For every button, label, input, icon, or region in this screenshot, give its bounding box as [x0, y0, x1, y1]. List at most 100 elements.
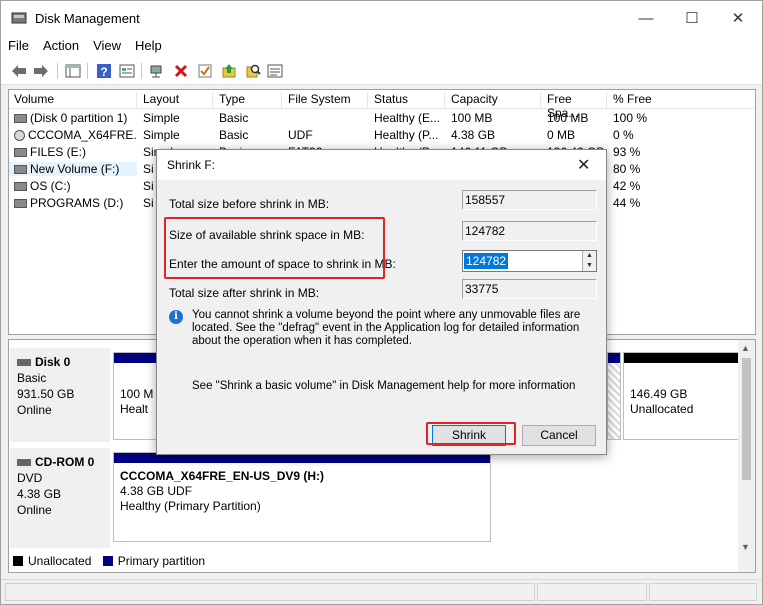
help-link-text: See "Shrink a basic volume" in Disk Mana…	[192, 380, 576, 392]
legend-swatch-unallocated	[13, 556, 23, 566]
volume-cell-pct: 93 %	[608, 145, 688, 159]
partition-hatched[interactable]	[607, 352, 621, 440]
column-header-free-space[interactable]: Free Spa...	[542, 92, 607, 120]
disk-map-scrollbar[interactable]: ▲ ▼	[738, 340, 755, 572]
check-icon[interactable]	[195, 61, 215, 81]
column-header-status[interactable]: Status	[369, 92, 445, 108]
column-header-capacity[interactable]: Capacity	[446, 92, 541, 108]
close-button[interactable]: ✕	[715, 1, 761, 35]
cell-text: 4.38 GB	[451, 128, 496, 142]
partition-status: Healthy (Primary Partition)	[120, 499, 261, 513]
volume-cell-layout: Simple	[138, 111, 213, 125]
title-bar: Disk Management — ☐ ✕	[1, 1, 762, 35]
volume-cell-type: Basic	[214, 128, 282, 142]
disk-type: Basic	[17, 371, 47, 385]
svg-text:?: ?	[100, 65, 107, 79]
delete-icon[interactable]	[171, 61, 191, 81]
volume-cell-status: Healthy (P...	[369, 128, 445, 142]
console-tree-icon[interactable]	[63, 61, 83, 81]
disk-0-label[interactable]: Disk 0 Basic 931.50 GB Online	[10, 348, 110, 442]
disk-type: DVD	[17, 471, 43, 485]
maximize-button[interactable]: ☐	[669, 1, 715, 35]
back-arrow-icon[interactable]	[9, 61, 29, 81]
partition-bar	[608, 353, 620, 363]
scroll-down-icon[interactable]: ▼	[741, 542, 750, 552]
cell-text: 0 %	[613, 128, 634, 142]
menu-file[interactable]: File	[1, 35, 36, 57]
cd-icon	[14, 130, 25, 142]
column-header-type[interactable]: Type	[214, 92, 282, 108]
disk-state: Online	[17, 403, 52, 417]
volume-row[interactable]: CCCOMA_X64FRE... Simple Basic UDF Healthy (P…	[9, 127, 755, 144]
volume-cell-volume: PROGRAMS (D:)	[9, 196, 137, 210]
volume-cell-volume: OS (C:)	[9, 179, 137, 193]
menu-help[interactable]: Help	[128, 35, 169, 57]
legend-label-primary: Primary partition	[117, 554, 206, 568]
status-bar	[1, 579, 762, 604]
legend-swatch-primary	[102, 556, 113, 566]
volume-cell-free: 100 MB	[542, 111, 607, 125]
properties-icon[interactable]	[117, 61, 137, 81]
toolbar: ?	[1, 57, 762, 85]
volume-cell-capacity: 4.38 GB	[446, 128, 541, 142]
partition-bar	[624, 353, 738, 363]
menu-action[interactable]: Action	[36, 35, 86, 57]
legend-label-unallocated: Unallocated	[28, 554, 92, 568]
shrink-amount-value[interactable]: 124782	[464, 253, 509, 269]
cell-text: Basic	[219, 111, 249, 125]
partition-cdrom[interactable]: CCCOMA_X64FRE_EN-US_DV9 (H:) 4.38 GB UDF…	[113, 452, 491, 542]
dialog-close-icon[interactable]: ✕	[577, 155, 590, 175]
search-icon[interactable]	[243, 61, 263, 81]
total-after-label: Total size after shrink in MB:	[169, 286, 320, 300]
info-icon: i	[169, 310, 183, 324]
volume-cell-volume: FILES (E:)	[9, 145, 137, 159]
minimize-button[interactable]: —	[623, 1, 669, 35]
help-icon[interactable]: ?	[94, 61, 114, 81]
cell-text: OS (C:)	[30, 179, 71, 193]
status-cell	[649, 583, 757, 601]
scroll-up-icon[interactable]: ▲	[741, 343, 750, 353]
partition-name: CCCOMA_X64FRE_EN-US_DV9 (H:)	[120, 469, 325, 483]
toolbar-separator	[87, 63, 88, 79]
partition-size: 146.49 GB	[630, 387, 688, 401]
cell-text: Healthy (E...	[374, 111, 441, 125]
cell-text: 100 MB	[451, 111, 493, 125]
dialog-title: Shrink F:	[167, 158, 216, 172]
cell-text: Si	[143, 162, 154, 176]
cell-text: 93 %	[613, 145, 641, 159]
connect-icon[interactable]	[147, 61, 167, 81]
cell-text: New Volume (F:)	[30, 162, 120, 176]
column-header-percent-free[interactable]: % Free	[608, 92, 688, 108]
cell-text: Simple	[143, 111, 180, 125]
drive-icon	[14, 199, 27, 209]
disk-state: Online	[17, 503, 52, 517]
available-shrink-value: 124782	[462, 221, 597, 241]
scroll-thumb[interactable]	[742, 358, 751, 480]
partition-status: Unallocated	[630, 402, 694, 416]
cdrom-icon	[17, 459, 31, 467]
volume-row[interactable]: (Disk 0 partition 1) Simple Basic Healthy (…	[9, 110, 755, 127]
highlight-box	[164, 217, 385, 279]
column-header-file-system[interactable]: File System	[283, 92, 368, 108]
cdrom-0-label[interactable]: CD-ROM 0 DVD 4.38 GB Online	[10, 448, 110, 548]
shrink-amount-input[interactable]: 124782 ▲ ▼	[462, 250, 597, 272]
forward-arrow-icon[interactable]	[31, 61, 51, 81]
column-header-layout[interactable]: Layout	[138, 92, 213, 108]
volume-cell-pct: 42 %	[608, 179, 688, 193]
cancel-button[interactable]: Cancel	[522, 425, 596, 446]
column-header-volume[interactable]: Volume	[9, 92, 137, 108]
cell-text: Si	[143, 179, 154, 193]
partition-size: 100 M	[120, 387, 154, 401]
menu-view[interactable]: View	[86, 35, 128, 57]
window-title: Disk Management	[35, 11, 140, 26]
spin-up-icon[interactable]: ▲	[582, 251, 596, 261]
volume-cell-status: Healthy (E...	[369, 111, 445, 125]
cell-text: (Disk 0 partition 1)	[30, 111, 128, 125]
details-icon[interactable]	[265, 61, 285, 81]
partition-bar	[114, 353, 162, 363]
up-folder-icon[interactable]	[219, 61, 239, 81]
partition-unallocated[interactable]: 146.49 GB Unallocated	[623, 352, 739, 440]
dialog-title-bar: Shrink F: ✕	[157, 150, 606, 180]
cell-text: Si	[143, 196, 154, 210]
spin-down-icon[interactable]: ▼	[582, 261, 596, 271]
